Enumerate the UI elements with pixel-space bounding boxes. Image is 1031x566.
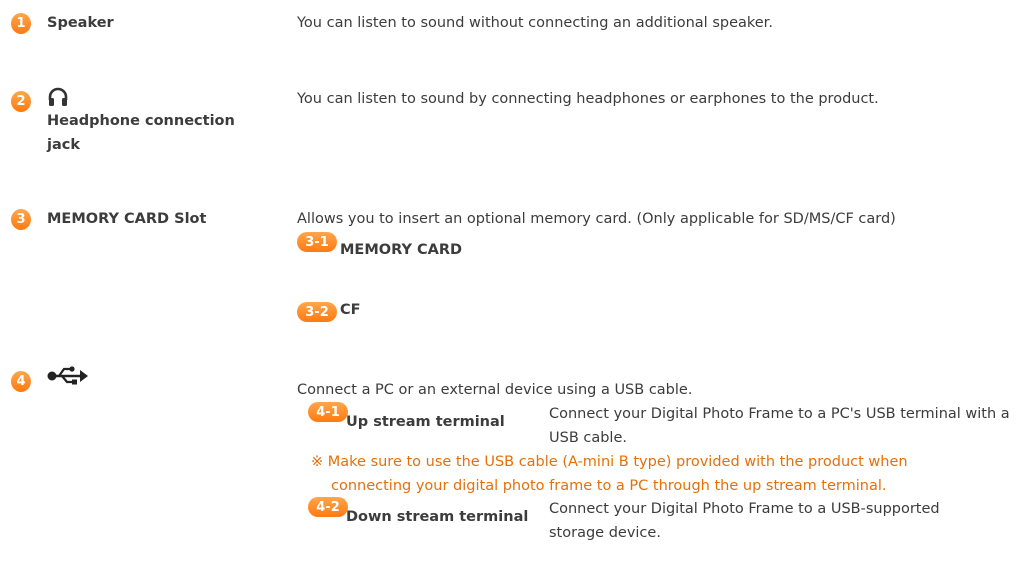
sub-label-cf: CF [340, 302, 361, 318]
sub-label-memory-card: MEMORY CARD [340, 242, 463, 258]
item-description-memory-card-slot: Allows you to insert an optional memory … [297, 211, 896, 227]
sub-badge-3-2: 3-2 [297, 302, 337, 322]
page: { "items": [ {"number": "1", "label": "S… [0, 0, 1031, 566]
sub-label-up-stream-terminal: Up stream terminal [346, 414, 505, 430]
item-label-headphone-jack: Headphone connection jack [47, 113, 235, 153]
sub-description-up-stream-terminal: Connect your Digital Photo Frame to a PC… [549, 406, 1010, 446]
sub-badge-4-2: 4-2 [308, 497, 348, 517]
headphone-icon [47, 86, 71, 108]
number-badge-4: 4 [11, 371, 31, 392]
sub-description-down-stream-terminal: Connect your Digital Photo Frame to a US… [549, 501, 940, 541]
sub-badge-3-1: 3-1 [297, 232, 337, 252]
sub-label-down-stream-terminal: Down stream terminal [346, 509, 529, 525]
usb-cable-note: ※ Make sure to use the USB cable (A-mini… [311, 454, 908, 494]
number-badge-2: 2 [11, 91, 31, 112]
item-description-headphone-jack: You can listen to sound by connecting he… [297, 91, 879, 107]
number-badge-3: 3 [11, 209, 31, 230]
item-description-usb: Connect a PC or an external device using… [297, 382, 693, 398]
item-description-speaker: You can listen to sound without connecti… [297, 15, 773, 31]
usb-icon [47, 366, 89, 386]
item-label-speaker: Speaker [47, 15, 114, 31]
item-label-memory-card-slot: MEMORY CARD Slot [47, 211, 207, 227]
number-badge-1: 1 [11, 13, 31, 34]
sub-badge-4-1: 4-1 [308, 402, 348, 422]
